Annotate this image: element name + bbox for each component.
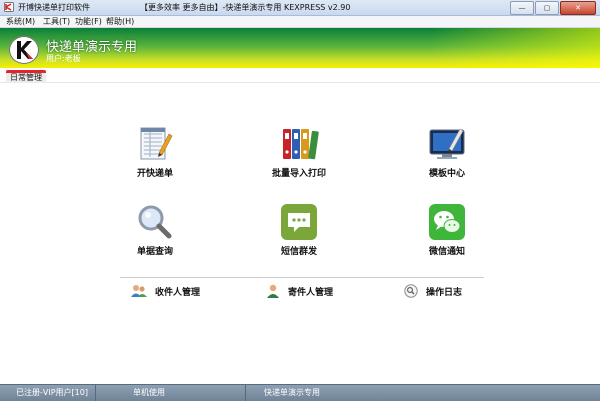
binders-icon [283,129,319,160]
recipient-management-link[interactable]: 收件人管理 [131,283,200,299]
status-edition: 快递单演示专用 [264,388,320,397]
app-icon [4,2,14,12]
tab-daily-management[interactable]: 日常管理 [6,70,46,83]
tile-label: 单据查询 [136,247,173,257]
minimize-button[interactable]: — [510,1,534,15]
tile-label: 短信群发 [280,247,317,257]
menu-system[interactable]: 系统(M) [6,16,35,27]
window-subtitle: 【更多效率 更多自由】-快递单演示专用 KEXPRESS v2.90 [140,3,351,12]
sender-management-label: 寄件人管理 [288,287,334,298]
tile-sms-broadcast[interactable]: 短信群发 [244,203,354,257]
section-divider [120,277,484,278]
tile-create-waybill[interactable]: 开快递单 [100,125,210,179]
magnifier-icon [138,205,172,239]
maximize-button[interactable]: ▢ [535,1,559,15]
tile-label: 批量导入打印 [271,169,326,179]
menu-help[interactable]: 帮助(H) [106,16,134,27]
window-title: 开博快递单打印软件 [18,3,90,12]
menu-functions[interactable]: 功能(F) [75,16,102,27]
tile-label: 微信通知 [428,247,465,257]
sms-bubble-icon [281,204,317,240]
window-controls: — ▢ ✕ [509,1,596,15]
menu-tools[interactable]: 工具(T) [43,16,70,27]
users-group-icon [131,285,147,297]
tile-document-query[interactable]: 单据查询 [100,203,210,257]
wechat-icon [429,204,465,240]
tile-label: 模板中心 [428,169,465,179]
k-logo-icon [17,41,33,59]
close-button[interactable]: ✕ [560,1,596,15]
tab-bar: 日常管理 [0,68,600,83]
form-pen-icon [140,127,173,160]
operation-log-label: 操作日志 [426,287,463,298]
status-registration: 已注册-VIP用户[10] [0,385,96,401]
brand-logo [9,36,39,64]
tile-label: 开快递单 [136,169,173,179]
menu-bar: 系统(M) 工具(T) 功能(F) 帮助(H) [0,16,600,28]
title-bar: 开博快递单打印软件 【更多效率 更多自由】-快递单演示专用 KEXPRESS v… [0,0,600,16]
search-log-icon [404,284,418,298]
sender-management-link[interactable]: 寄件人管理 [266,283,333,299]
operation-log-link[interactable]: 操作日志 [404,283,462,299]
status-bar: 已注册-VIP用户[10] 单机使用 快递单演示专用 [0,384,600,401]
current-user: 用户:老板 [46,54,81,63]
status-mode: 单机使用 [96,385,246,401]
monitor-pen-icon [429,128,465,159]
header-banner: 快递单演示专用 用户:老板 [0,28,600,68]
tile-batch-import-print[interactable]: 批量导入打印 [244,125,354,179]
user-icon [267,284,279,298]
tile-template-center[interactable]: 模板中心 [392,125,502,179]
recipient-management-label: 收件人管理 [155,287,201,298]
tile-wechat-notify[interactable]: 微信通知 [392,203,502,257]
